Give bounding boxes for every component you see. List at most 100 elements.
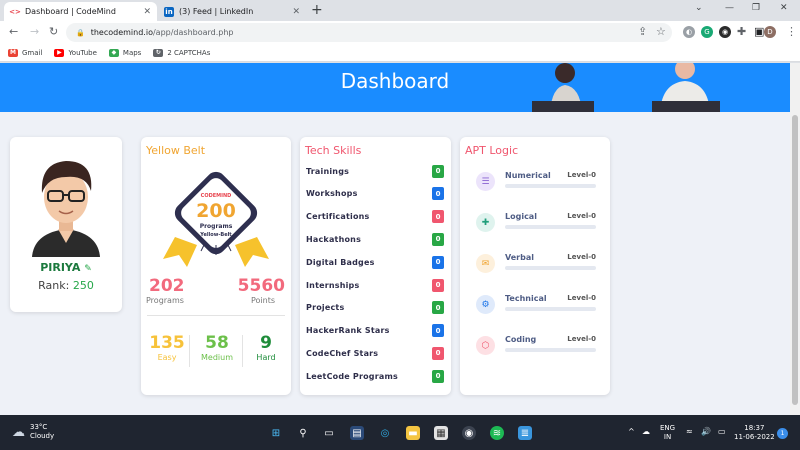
forward-icon[interactable]: → [30,25,39,38]
apt-logic-row[interactable]: ⚙ Technical Level-0 [476,291,596,317]
file-explorer-icon[interactable]: ▬ [406,426,420,440]
minimize-button[interactable]: — [725,3,734,13]
points-value: 5560 [237,276,285,296]
maps-icon: ◆ [108,48,119,57]
tech-skill-row[interactable]: Trainings 0 [306,164,444,178]
start-icon[interactable]: ⊞ [269,426,283,440]
side-panel-icon[interactable]: ▣ [754,25,764,38]
volume-icon[interactable]: 🔊 [701,427,711,436]
store-icon[interactable]: ▦ [434,426,448,440]
programs-value: 202 [149,276,185,296]
close-window-button[interactable]: ✕ [780,3,788,13]
menu-icon[interactable]: ⋮ [786,25,797,38]
tray-chevron-icon[interactable]: ^ [628,427,635,436]
tech-skill-row[interactable]: Workshops 0 [306,187,444,201]
edit-profile-icon[interactable]: ✎ [84,264,92,274]
bookmark-label: Maps [122,48,142,57]
tech-skill-row[interactable]: Internships 0 [306,278,444,292]
reload-icon[interactable]: ↻ [49,25,58,38]
new-tab-button[interactable]: + [311,2,323,18]
tech-skill-row[interactable]: Digital Badges 0 [306,255,444,269]
tab-strip: <> Dashboard | CodeMind ✕ in (3) Feed | … [0,0,800,21]
close-tab-icon[interactable]: ✕ [292,7,300,17]
bookmark-label: 2 CAPTCHAs [167,48,211,57]
tech-skill-row[interactable]: Hackathons 0 [306,232,444,246]
bookmark-label: Gmail [22,48,43,57]
grammarly-icon[interactable]: G [701,26,713,38]
chrome-icon[interactable]: ◉ [462,426,476,440]
apt-logic-level: Level-0 [567,253,596,261]
tech-skill-row[interactable]: CodeChef Stars 0 [306,346,444,360]
search-icon[interactable]: ⚲ [296,426,310,440]
bookmark-star-icon[interactable]: ☆ [656,25,666,38]
extension-dark-icon[interactable]: ◉ [719,26,731,38]
list-icon: ☰ [476,172,495,191]
url-path: /app/dashboard.php [152,28,234,37]
apt-logic-row[interactable]: ☰ Numerical Level-0 [476,168,596,194]
profile-card: PIRIYA ✎ Rank: 250 [10,137,122,312]
onedrive-icon[interactable]: ☁ [642,427,650,436]
notepad-icon[interactable]: ≣ [518,426,532,440]
maximize-button[interactable]: ❐ [752,3,760,13]
medium-value: 58 [205,333,229,353]
divider [147,315,285,316]
battery-icon[interactable]: ▭ [718,427,726,436]
tech-skill-row[interactable]: Projects 0 [306,301,444,315]
apt-logic-progress-bar [505,225,596,229]
widgets-icon[interactable]: ▤ [350,426,364,440]
address-bar[interactable]: 🔒 thecodemind.io /app/dashboard.php [66,23,672,42]
edge-icon[interactable]: ◎ [378,426,392,440]
clock[interactable]: 18:37 11-06-2022 [734,424,775,442]
dashboard-banner: Dashboard [0,63,790,112]
back-icon[interactable]: ← [9,25,18,38]
apt-logic-label: Logical [505,212,537,221]
bookmarks-bar: M Gmail ▶ YouTube ◆ Maps ↻ 2 CAPTCHAs [0,44,800,62]
page-scrollbar[interactable] [790,63,800,415]
tech-skill-row[interactable]: HackerRank Stars 0 [306,324,444,338]
apt-logic-label: Technical [505,294,547,303]
lock-icon[interactable]: 🔒 [76,29,85,37]
language-indicator[interactable]: ENG IN [660,424,675,442]
badge-label: Programs [199,223,233,230]
profile-avatar[interactable]: D [764,26,776,38]
apt-logic-row[interactable]: ✚ Logical Level-0 [476,209,596,235]
close-tab-icon[interactable]: ✕ [143,7,151,17]
extension-icon[interactable]: ◐ [683,26,695,38]
apt-logic-progress-bar [505,184,596,188]
task-view-icon[interactable]: ▭ [322,426,336,440]
bookmark-captcha[interactable]: ↻ 2 CAPTCHAs [153,48,211,57]
apt-logic-title: APT Logic [465,144,519,157]
notification-badge[interactable]: 1 [777,428,788,439]
tech-skill-row[interactable]: LeetCode Programs 0 [306,369,444,383]
rank-value: 250 [72,279,94,292]
extensions-puzzle-icon[interactable]: ✚ [737,25,746,38]
tab-search-icon[interactable]: ⌄ [695,3,703,13]
code-icon: ⬡ [476,336,495,355]
linkedin-icon: in [164,6,174,17]
tech-skill-row[interactable]: Certifications 0 [306,210,444,224]
share-icon[interactable]: ⇪ [638,25,647,38]
tech-skill-count-badge: 0 [432,346,444,360]
tab-dashboard[interactable]: <> Dashboard | CodeMind ✕ [4,2,157,21]
tech-skill-label: Trainings [306,166,350,176]
apt-logic-level: Level-0 [567,335,596,343]
badge-number: 200 [196,200,236,222]
wifi-icon[interactable]: ≈ [686,427,693,436]
bookmark-maps[interactable]: ◆ Maps [108,48,142,57]
apt-logic-label: Numerical [505,171,551,180]
tech-skill-count-badge: 0 [432,187,444,201]
tech-skill-count-badge: 0 [432,301,444,315]
spotify-icon[interactable]: ≋ [490,426,504,440]
lang-bottom: IN [663,433,672,441]
weather-widget[interactable]: ☁ 33°C Cloudy [12,423,54,441]
apt-logic-row[interactable]: ✉ Verbal Level-0 [476,250,596,276]
points-label: Points [250,296,275,305]
tech-skills-title: Tech Skills [305,144,362,157]
apt-logic-row[interactable]: ⬡ Coding Level-0 [476,332,596,358]
scrollbar-thumb[interactable] [792,115,798,405]
bookmark-gmail[interactable]: M Gmail [8,48,43,57]
bookmark-youtube[interactable]: ▶ YouTube [54,48,97,57]
tech-skill-count-badge: 0 [432,255,444,269]
tech-skill-label: Hackathons [306,234,362,244]
tab-linkedin[interactable]: in (3) Feed | LinkedIn ✕ [158,2,306,21]
